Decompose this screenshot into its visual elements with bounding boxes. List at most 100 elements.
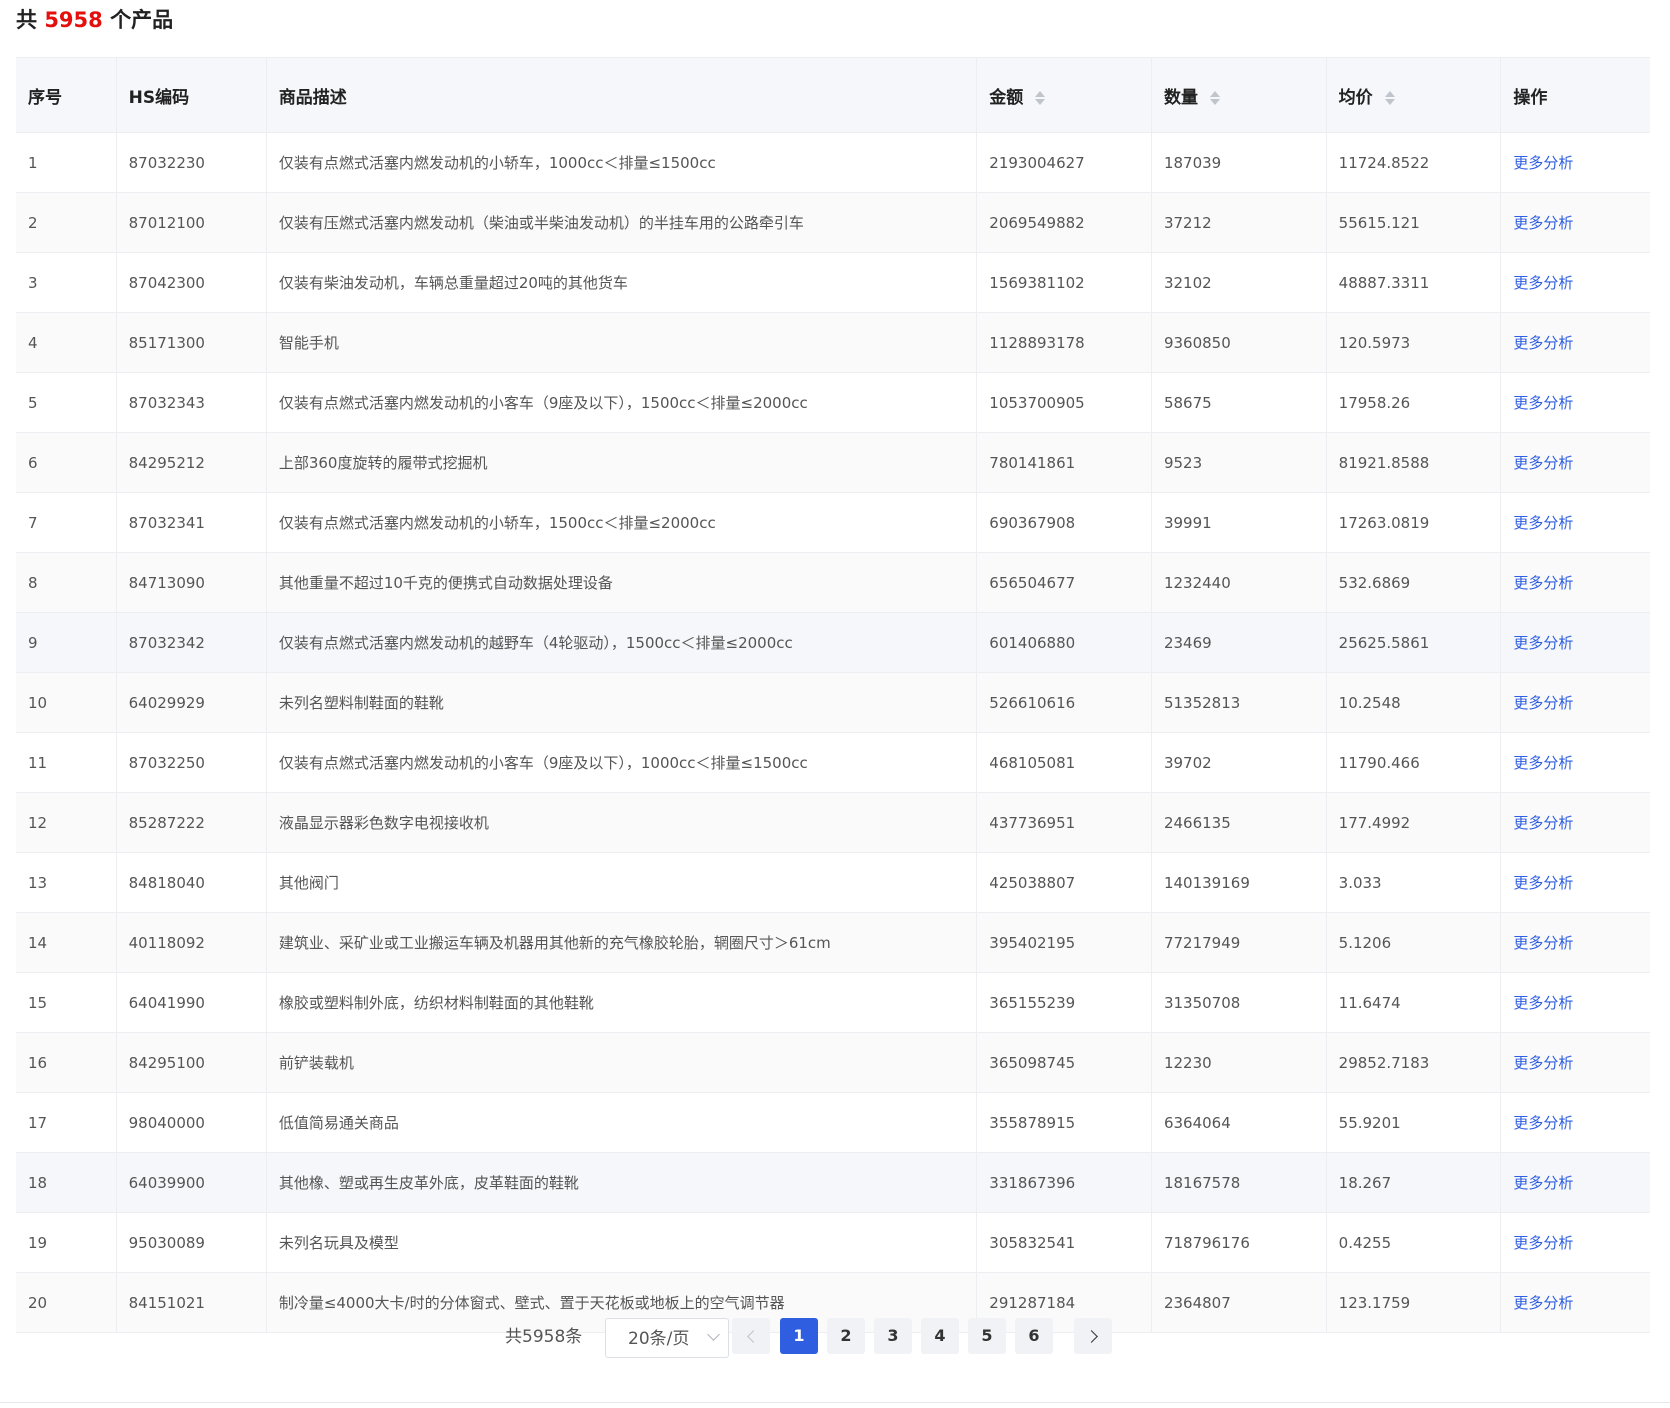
page-title: 共 5958 个产品 — [16, 4, 173, 36]
table-row: 3 87042300 仅装有柴油发动机，车辆总重量超过20吨的其他货车 1569381… — [16, 252, 1650, 313]
product-list-page: 共 5958 个产品 序号 HS编码 商品描述 金额 数量 均价 操作 1 87… — [0, 0, 1670, 1408]
table-row: 1 87032230 仅装有点燃式活塞内燃发动机的小轿车，1000cc＜排量≤150… — [16, 132, 1650, 193]
more-analysis-link[interactable]: 更多分析 — [1513, 454, 1573, 472]
cell-amount: 1128893178 — [976, 312, 1152, 373]
cell-action: 更多分析 — [1500, 252, 1650, 313]
table-row: 16 84295100 前铲装载机 365098745 12230 29852.7183 更… — [16, 1032, 1650, 1093]
more-analysis-link[interactable]: 更多分析 — [1513, 874, 1573, 892]
more-analysis-link[interactable]: 更多分析 — [1513, 514, 1573, 532]
more-analysis-link[interactable]: 更多分析 — [1513, 634, 1573, 652]
cell-quantity: 9523 — [1151, 432, 1327, 493]
more-analysis-link[interactable]: 更多分析 — [1513, 1174, 1573, 1192]
page-button-1[interactable]: 1 — [780, 1318, 818, 1354]
cell-description: 仅装有压燃式活塞内燃发动机（柴油或半柴油发动机）的半挂车用的公路牵引车 — [266, 192, 978, 253]
cell-quantity: 23469 — [1151, 612, 1327, 673]
cell-unit-price: 11.6474 — [1326, 972, 1502, 1033]
table-row: 17 98040000 低值简易通关商品 355878915 6364064 55.920… — [16, 1092, 1650, 1153]
cell-hs-code: 40118092 — [116, 912, 267, 973]
cell-hs-code: 84818040 — [116, 852, 267, 913]
cell-index: 16 — [16, 1032, 117, 1093]
sort-icon[interactable] — [1209, 90, 1220, 106]
sort-icon[interactable] — [1035, 90, 1046, 106]
page-button-5[interactable]: 5 — [968, 1318, 1006, 1354]
more-analysis-link[interactable]: 更多分析 — [1513, 394, 1573, 412]
table-row: 6 84295212 上部360度旋转的履带式挖掘机 780141861 9523 819… — [16, 432, 1650, 493]
page-size-select[interactable]: 20条/页 — [605, 1318, 729, 1358]
more-analysis-link[interactable]: 更多分析 — [1513, 754, 1573, 772]
cell-index: 12 — [16, 792, 117, 853]
page-button-6[interactable]: 6 — [1015, 1318, 1053, 1354]
more-analysis-link[interactable]: 更多分析 — [1513, 574, 1573, 592]
cell-action: 更多分析 — [1500, 432, 1650, 493]
more-analysis-link[interactable]: 更多分析 — [1513, 1114, 1573, 1132]
more-analysis-link[interactable]: 更多分析 — [1513, 1234, 1573, 1252]
cell-hs-code: 98040000 — [116, 1092, 267, 1153]
cell-description: 上部360度旋转的履带式挖掘机 — [266, 432, 978, 493]
cell-unit-price: 177.4992 — [1326, 792, 1502, 853]
page-button-4[interactable]: 4 — [921, 1318, 959, 1354]
more-analysis-link[interactable]: 更多分析 — [1513, 1054, 1573, 1072]
table-row: 18 64039900 其他橡、塑或再生皮革外底，皮革鞋面的鞋靴 331867396 1… — [16, 1152, 1650, 1213]
column-header-amount[interactable]: 金额 — [976, 57, 1152, 133]
column-header-quantity[interactable]: 数量 — [1151, 57, 1327, 133]
page-size-value: 20条/页 — [628, 1329, 690, 1349]
cell-quantity: 9360850 — [1151, 312, 1327, 373]
cell-action: 更多分析 — [1500, 972, 1650, 1033]
cell-unit-price: 18.267 — [1326, 1152, 1502, 1213]
more-analysis-link[interactable]: 更多分析 — [1513, 694, 1573, 712]
more-analysis-link[interactable]: 更多分析 — [1513, 934, 1573, 952]
column-header-action: 操作 — [1500, 57, 1650, 133]
more-analysis-link[interactable]: 更多分析 — [1513, 1294, 1573, 1312]
cell-unit-price: 17958.26 — [1326, 372, 1502, 433]
cell-action: 更多分析 — [1500, 792, 1650, 853]
cell-hs-code: 95030089 — [116, 1212, 267, 1273]
cell-index: 2 — [16, 192, 117, 253]
cell-amount: 601406880 — [976, 612, 1152, 673]
cell-hs-code: 85287222 — [116, 792, 267, 853]
product-count: 5958 — [44, 8, 103, 32]
title-prefix: 共 — [16, 8, 37, 32]
cell-index: 4 — [16, 312, 117, 373]
cell-description: 仅装有点燃式活塞内燃发动机的小客车（9座及以下），1000cc＜排量≤1500c… — [266, 732, 978, 793]
cell-description: 前铲装载机 — [266, 1032, 978, 1093]
page-button-2[interactable]: 2 — [827, 1318, 865, 1354]
cell-quantity: 2466135 — [1151, 792, 1327, 853]
more-analysis-link[interactable]: 更多分析 — [1513, 214, 1573, 232]
cell-index: 1 — [16, 132, 117, 193]
cell-unit-price: 48887.3311 — [1326, 252, 1502, 313]
cell-index: 9 — [16, 612, 117, 673]
more-analysis-link[interactable]: 更多分析 — [1513, 814, 1573, 832]
table-row: 10 64029929 未列名塑料制鞋面的鞋靴 526610616 51352813 10… — [16, 672, 1650, 733]
sort-icon[interactable] — [1384, 90, 1395, 106]
cell-description: 仅装有点燃式活塞内燃发动机的小轿车，1000cc＜排量≤1500cc — [266, 132, 978, 193]
table-row: 13 84818040 其他阀门 425038807 140139169 3.033 更多分… — [16, 852, 1650, 913]
more-analysis-link[interactable]: 更多分析 — [1513, 274, 1573, 292]
cell-unit-price: 17263.0819 — [1326, 492, 1502, 553]
cell-unit-price: 3.033 — [1326, 852, 1502, 913]
page-button-3[interactable]: 3 — [874, 1318, 912, 1354]
cell-amount: 305832541 — [976, 1212, 1152, 1273]
cell-amount: 425038807 — [976, 852, 1152, 913]
cell-unit-price: 29852.7183 — [1326, 1032, 1502, 1093]
cell-index: 10 — [16, 672, 117, 733]
more-analysis-link[interactable]: 更多分析 — [1513, 994, 1573, 1012]
cell-index: 8 — [16, 552, 117, 613]
column-header-unit-price[interactable]: 均价 — [1326, 57, 1502, 133]
cell-amount: 365155239 — [976, 972, 1152, 1033]
cell-amount: 365098745 — [976, 1032, 1152, 1093]
cell-description: 未列名塑料制鞋面的鞋靴 — [266, 672, 978, 733]
cell-quantity: 1232440 — [1151, 552, 1327, 613]
cell-unit-price: 120.5973 — [1326, 312, 1502, 373]
cell-index: 19 — [16, 1212, 117, 1273]
cell-hs-code: 87032342 — [116, 612, 267, 673]
cell-unit-price: 10.2548 — [1326, 672, 1502, 733]
cell-hs-code: 87012100 — [116, 192, 267, 253]
cell-description: 液晶显示器彩色数字电视接收机 — [266, 792, 978, 853]
prev-page-button[interactable] — [732, 1318, 770, 1354]
more-analysis-link[interactable]: 更多分析 — [1513, 334, 1573, 352]
more-analysis-link[interactable]: 更多分析 — [1513, 154, 1573, 172]
cell-index: 14 — [16, 912, 117, 973]
cell-index: 17 — [16, 1092, 117, 1153]
next-page-button[interactable] — [1074, 1318, 1112, 1354]
cell-unit-price: 55.9201 — [1326, 1092, 1502, 1153]
